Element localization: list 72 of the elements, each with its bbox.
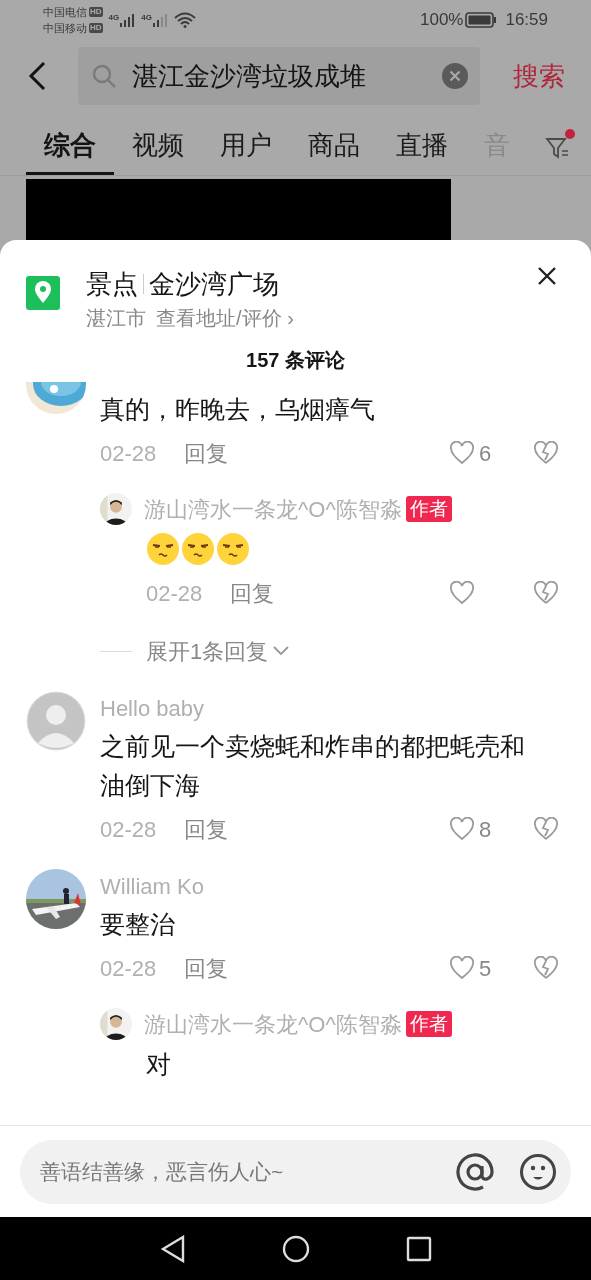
- emoji-icon: [216, 532, 250, 566]
- recents-nav-icon[interactable]: [405, 1235, 432, 1262]
- tab[interactable]: 商品: [290, 117, 378, 175]
- emoji-icon: [146, 532, 180, 566]
- comment-text: 真的，昨晚去，乌烟瘴气: [100, 394, 376, 425]
- signal-icon: [151, 12, 168, 28]
- city-name: 湛江市: [86, 306, 146, 331]
- tab[interactable]: 用户: [202, 117, 290, 175]
- place-name: 金沙湾广场: [149, 268, 279, 301]
- avatar-icon[interactable]: [26, 691, 86, 751]
- home-nav-icon[interactable]: [281, 1234, 310, 1263]
- close-icon[interactable]: [537, 266, 557, 286]
- author-badge: 作者: [405, 1011, 452, 1037]
- search-icon: [90, 62, 118, 90]
- reply-link[interactable]: 回复: [184, 951, 229, 985]
- battery-percent: 100%: [419, 9, 464, 32]
- carrier-name: 中国电信: [43, 5, 87, 20]
- heart-icon[interactable]: [449, 817, 475, 841]
- like-count: 8: [479, 815, 492, 844]
- broken-heart-icon[interactable]: [533, 817, 559, 841]
- clear-icon[interactable]: [442, 63, 468, 89]
- tab[interactable]: 直播: [378, 117, 466, 175]
- search-field[interactable]: 湛江金沙湾垃圾成堆: [78, 47, 480, 105]
- username[interactable]: Hello baby: [100, 691, 591, 727]
- reply-link[interactable]: 回复: [184, 812, 229, 846]
- network-label: 4G: [108, 12, 120, 24]
- author-badge: 作者: [405, 496, 452, 522]
- location-pin-icon: [26, 276, 60, 310]
- emoji-face-icon[interactable]: [519, 1152, 557, 1191]
- wifi-icon: [173, 12, 196, 28]
- reply-text: 对: [146, 1049, 172, 1080]
- comment-bar[interactable]: 善语结善缘，恶言伤人心~: [20, 1139, 571, 1204]
- like-count: 6: [479, 439, 492, 468]
- back-nav-icon[interactable]: [159, 1234, 186, 1263]
- carrier-name: 中国移动: [43, 21, 87, 36]
- battery-icon: [465, 12, 498, 28]
- broken-heart-icon[interactable]: [533, 441, 559, 465]
- mention-icon[interactable]: [455, 1151, 495, 1192]
- comment-date: 02-28: [146, 579, 203, 608]
- username[interactable]: William Ko: [100, 869, 591, 905]
- username[interactable]: 游山湾水一条龙^O^陈智淼: [144, 1007, 402, 1041]
- comment-date: 02-28: [100, 439, 157, 468]
- like-count: 5: [479, 954, 492, 983]
- expand-replies-link[interactable]: 展开1条回复: [146, 634, 291, 668]
- heart-icon[interactable]: [449, 441, 475, 465]
- comment-text: 之前见一个卖烧蚝和炸串的都把蚝壳和油倒下海: [100, 731, 526, 801]
- hd-badge: HD: [89, 7, 103, 17]
- reply-link[interactable]: 回复: [230, 576, 275, 610]
- username[interactable]: 游山湾水一条龙^O^陈智淼: [144, 492, 402, 526]
- emoji-icon: [181, 532, 215, 566]
- comment-date: 02-28: [100, 815, 157, 844]
- filter-icon[interactable]: [545, 135, 571, 161]
- comment-date: 02-28: [100, 954, 157, 983]
- comment-count: 157 条评论: [245, 348, 346, 373]
- comment-text: 要整治: [100, 909, 176, 940]
- search-button[interactable]: 搜索: [513, 56, 565, 96]
- clock: 16:59: [505, 9, 548, 32]
- heart-icon[interactable]: [449, 581, 475, 605]
- hd-badge: HD: [89, 23, 103, 33]
- broken-heart-icon[interactable]: [533, 581, 559, 605]
- chevron-down-icon: [272, 645, 291, 657]
- reply-link[interactable]: 回复: [184, 436, 229, 470]
- network-label: 4G: [141, 12, 152, 24]
- place-category: 景点: [86, 268, 138, 301]
- search-query: 湛江金沙湾垃圾成堆: [132, 59, 366, 93]
- tab[interactable]: 视频: [114, 117, 202, 175]
- broken-heart-icon[interactable]: [533, 956, 559, 980]
- comment-input[interactable]: 善语结善缘，恶言伤人心~: [40, 1155, 455, 1188]
- heart-icon[interactable]: [449, 956, 475, 980]
- view-address-link[interactable]: 查看地址/评价 ›: [156, 302, 294, 334]
- tab[interactable]: 综合: [26, 117, 114, 175]
- signal-icon: [119, 12, 136, 28]
